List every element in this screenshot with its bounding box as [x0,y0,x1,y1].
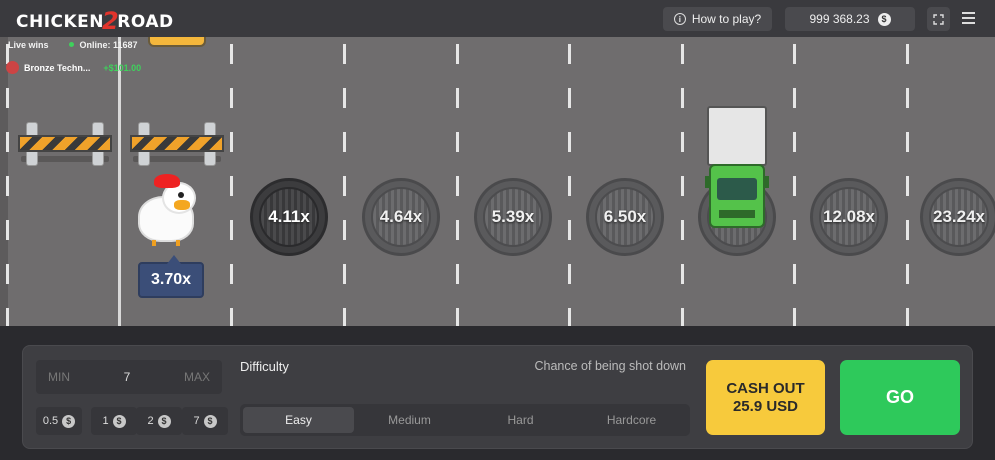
chip-value: 2 [147,415,154,427]
road-barrier [130,122,224,166]
multiplier-label: 4.64x [379,207,423,226]
live-wins-label: Live wins [8,40,49,50]
chance-label: Chance of being shot down [534,359,687,373]
chip-button[interactable]: 1 $ [91,407,137,435]
game-screen: 4.11x 4.64x 5.39x 6.50x 12.08x 23.24x 3.… [0,0,995,460]
difficulty-hardcore-tab[interactable]: Hardcore [576,407,687,433]
dollar-coin-icon: $ [112,414,126,428]
chip-button[interactable]: 0.5 $ [36,407,82,435]
go-button[interactable]: GO [840,360,960,435]
multiplier-tile[interactable]: 23.24x [920,178,995,256]
multiplier-tile[interactable]: 5.39x [474,178,552,256]
multiplier-tile[interactable]: 4.64x [362,178,440,256]
how-to-play-label: How to play? [691,12,762,26]
avatar [6,61,19,74]
multiplier-tile[interactable]: 4.11x [250,178,328,256]
lane-line [456,0,459,326]
chip-value: 0.5 [42,415,59,427]
top-bar: CHICKEN2ROAD i How to play? 999 368.23 $ [0,0,995,37]
multiplier-tile[interactable]: 6.50x [586,178,664,256]
live-win-entry: Bronze Techn... +$101.00 [6,61,141,74]
difficulty-easy-tab[interactable]: Easy [243,407,354,433]
cash-out-button[interactable]: CASH OUT 25.9 USD [706,360,825,435]
winner-name: Bronze Techn... [24,62,91,73]
lane-line [568,0,571,326]
min-button[interactable]: MIN [48,370,70,384]
lane-line [230,0,233,326]
multiplier-tile[interactable]: 12.08x [810,178,888,256]
lane-line [681,0,684,326]
menu-icon[interactable] [962,12,975,27]
lane-line [793,0,796,326]
road-barrier [18,122,112,166]
balance-display: 999 368.23 $ [785,7,915,31]
dollar-coin-icon: $ [157,414,171,428]
lane-line [906,0,909,326]
multiplier-label: 12.08x [823,207,875,226]
dollar-coin-icon: $ [877,12,891,26]
difficulty-selector: Easy Medium Hard Hardcore [240,404,690,436]
difficulty-medium-tab[interactable]: Medium [354,407,465,433]
passing-car [148,37,206,47]
lane-line [343,0,346,326]
chip-button[interactable]: 2 $ [136,407,182,435]
chicken-player [134,172,206,248]
online-count: Online: 11687 [79,40,138,50]
difficulty-label: Difficulty [240,359,289,374]
info-icon: i [673,13,686,25]
live-wins-bar: Live wins Online: 11687 [8,40,138,50]
truck [705,106,769,230]
chip-button[interactable]: 7 $ [182,407,228,435]
game-logo: CHICKEN2ROAD [16,7,174,35]
current-multiplier-badge: 3.70x [138,255,204,298]
multiplier-label: 23.24x [933,207,985,226]
cash-out-label: CASH OUT [726,379,805,397]
bet-value[interactable]: 7 [124,370,131,384]
chip-value: 1 [102,415,109,427]
difficulty-hard-tab[interactable]: Hard [465,407,576,433]
dollar-coin-icon: $ [203,414,217,428]
bet-amount-input[interactable]: MIN 7 MAX [36,360,222,394]
chip-value: 7 [193,415,200,427]
multiplier-label: 4.11x [268,207,310,226]
max-button[interactable]: MAX [184,370,210,384]
fullscreen-icon[interactable] [927,7,950,31]
balance-amount: 999 368.23 [809,12,870,26]
multiplier-label: 5.39x [491,207,535,226]
dollar-coin-icon: $ [62,414,76,428]
cash-out-amount: 25.9 USD [732,397,799,415]
how-to-play-button[interactable]: i How to play? [663,7,772,31]
win-amount: +$101.00 [103,62,142,73]
multiplier-label: 6.50x [603,207,647,226]
online-dot-icon [68,42,74,47]
